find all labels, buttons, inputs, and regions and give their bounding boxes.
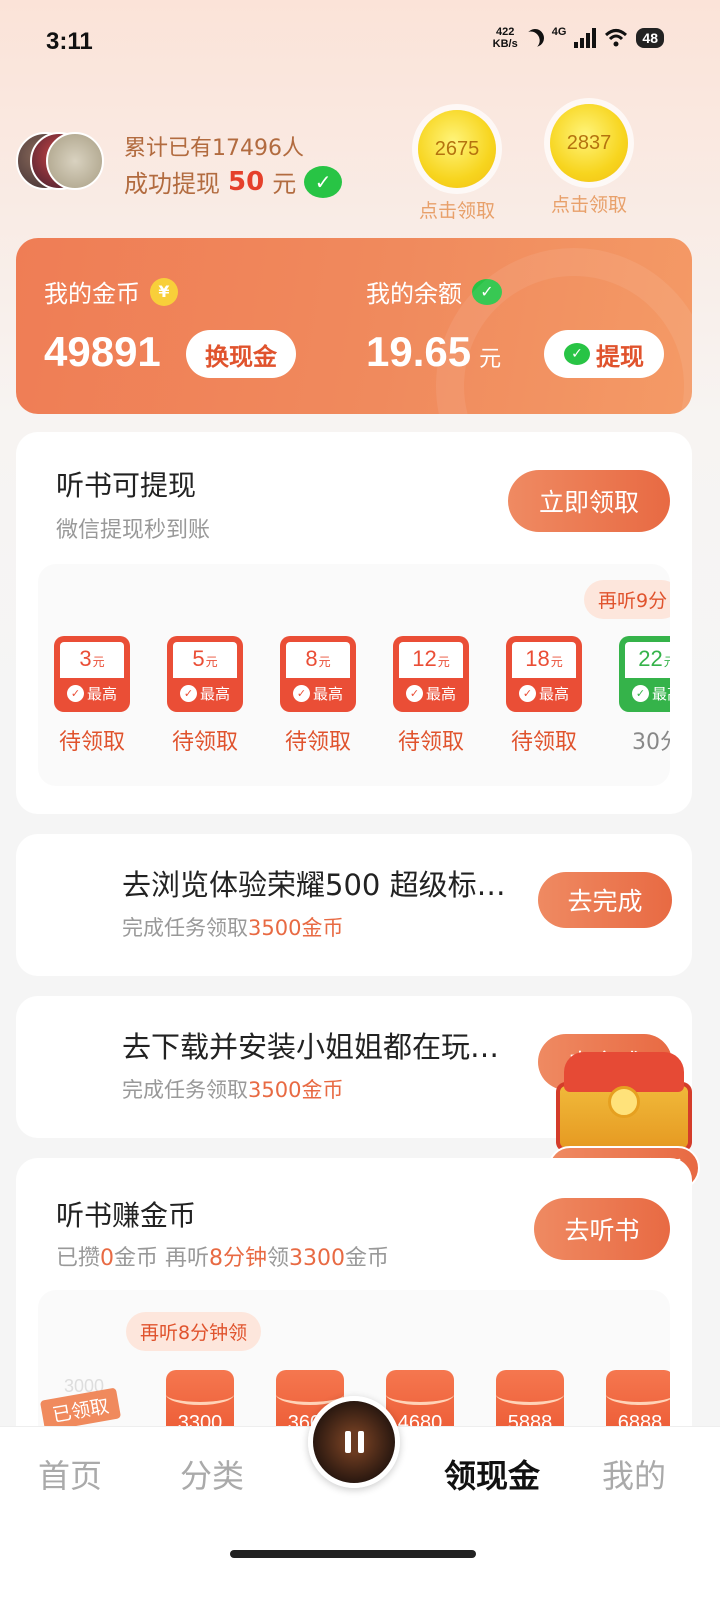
task-card-browse[interactable]: 去浏览体验荣耀500 超级标… 完成任务领取3500金币 去完成 (16, 834, 692, 976)
claim-now-button[interactable]: 立即领取 (508, 470, 670, 532)
task-title: 去浏览体验荣耀500 超级标… (122, 868, 506, 902)
go-complete-button[interactable]: 去完成 (538, 872, 672, 928)
exchange-cash-button[interactable]: 换现金 (186, 330, 296, 378)
status-time: 3:11 (46, 28, 93, 55)
remaining-time-tip: 再听8分钟领 (126, 1312, 262, 1351)
balance-value: 19.65 元 (366, 328, 502, 375)
check-icon: ✓ (66, 684, 84, 702)
check-icon: ✓ (518, 684, 536, 702)
status-icons: 422 KB/s 4G 48 (493, 26, 664, 50)
coins-label: 我的金币 ¥ (44, 274, 178, 309)
check-icon: ✓ (405, 684, 423, 702)
coin-bubble-2[interactable]: 2837 点击领取 (550, 104, 628, 217)
signal-icon (574, 28, 597, 48)
withdraw-button[interactable]: ✓ 提现 (544, 330, 664, 378)
card-subtitle: 已攒0金币 再听8分钟领3300金币 (56, 1246, 390, 1271)
withdraw-tiers-panel: 再听9分 3元 ✓ 最高 待领取 5元 ✓ 最高 待领取 8元 ✓ 最高 待领取 12… (38, 564, 670, 786)
coin-bubble-value: 2675 (418, 110, 496, 188)
coin-bubble-caption: 点击领取 (550, 194, 627, 216)
withdraw-tier[interactable]: 3元 ✓ 最高 待领取 (54, 636, 130, 756)
withdraw-tier[interactable]: 22元 ✓最高 30分 (619, 636, 670, 756)
check-icon: ✓ (292, 684, 310, 702)
wechat-icon: ✓ (304, 165, 343, 198)
nav-home[interactable]: 首页 (38, 1451, 102, 1497)
task-subtitle: 完成任务领取3500金币 (122, 1078, 344, 1102)
nav-mine[interactable]: 我的 (602, 1451, 666, 1497)
task-subtitle: 完成任务领取3500金币 (122, 916, 344, 940)
go-listen-button[interactable]: 去听书 (534, 1198, 670, 1260)
network-speed: 422 KB/s (492, 26, 518, 50)
home-indicator[interactable] (230, 1550, 476, 1558)
user-avatars (16, 132, 116, 192)
audio-player-pause-button[interactable] (308, 1396, 400, 1488)
wechat-icon: ✓ (564, 343, 590, 365)
coin-icon: ¥ (150, 277, 178, 306)
wechat-check-icon: ✓ (472, 278, 502, 305)
check-icon: ✓ (179, 684, 197, 702)
coin-bubble-value: 2837 (550, 104, 628, 182)
remaining-time-tip: 再听9分 (584, 580, 670, 619)
check-icon: ✓ (631, 684, 649, 702)
nav-category[interactable]: 分类 (180, 1451, 244, 1497)
claimed-stamp: 已领取 (39, 1387, 122, 1432)
coins-value: 49891 (44, 328, 161, 375)
card-subtitle: 微信提现秒到账 (56, 518, 211, 543)
withdraw-tier[interactable]: 8元 ✓ 最高 待领取 (280, 636, 356, 756)
task-title: 去下载并安装小姐姐都在玩… (122, 1030, 500, 1064)
coin-bubble-1[interactable]: 2675 点击领取 (418, 110, 496, 223)
card-title: 听书赚金币 (56, 1199, 197, 1232)
coin-bubble-caption: 点击领取 (418, 200, 495, 222)
card-title: 听书可提现 (56, 469, 197, 502)
avatar (46, 132, 104, 190)
do-not-disturb-icon (522, 26, 547, 51)
withdraw-success-text: 成功提现 50 元 ✓ (124, 164, 343, 199)
nav-get-cash[interactable]: 领现金 (444, 1451, 540, 1497)
battery-icon: 48 (636, 28, 664, 48)
wifi-icon (605, 29, 628, 47)
network-type: 4G (551, 26, 567, 38)
wallet-card: 我的金币 ¥ 49891 换现金 我的余额 ✓ 19.65 元 ✓ 提现 (16, 238, 692, 414)
pause-icon (344, 1431, 351, 1453)
balance-label: 我的余额 ✓ (366, 274, 502, 309)
withdraw-tier[interactable]: 18 元 ✓ 最高 待领取 (506, 636, 582, 756)
withdraw-tier[interactable]: 12 元 ✓ 最高 待领取 (393, 636, 469, 756)
treasure-chest-icon[interactable] (556, 1052, 692, 1152)
withdraw-tier[interactable]: 5元 ✓ 最高 待领取 (167, 636, 243, 756)
listen-withdraw-card: 听书可提现 微信提现秒到账 立即领取 再听9分 3元 ✓ 最高 待领取 5元 ✓ 最… (16, 432, 692, 814)
cumulative-users-text: 累计已有17496人 (124, 136, 304, 161)
withdraw-amount: 50 (228, 166, 265, 197)
